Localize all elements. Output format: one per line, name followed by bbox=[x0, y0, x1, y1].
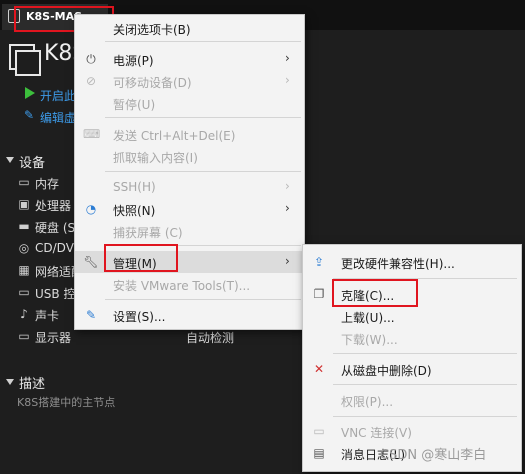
menu-item-install-tools[interactable]: 安装 VMware Tools(T)... bbox=[75, 273, 304, 295]
chevron-right-icon: › bbox=[285, 254, 290, 268]
device-disk[interactable]: 硬盘 (S bbox=[35, 219, 75, 236]
context-menu: 关闭选项卡(B) ⏻ 电源(P) › ⊘ 可移动设备(D) › 暂停(U) ⌨ … bbox=[74, 14, 305, 330]
devices-heading: 设备 bbox=[19, 156, 46, 171]
description-text: K8S搭建中的主节点 bbox=[17, 396, 116, 409]
menu-item-settings[interactable]: ✎ 设置(S)... bbox=[75, 304, 304, 326]
manage-highlight-box bbox=[104, 244, 178, 272]
display-icon: ▭ bbox=[18, 329, 30, 343]
edit-icon[interactable]: ✎ bbox=[24, 109, 36, 121]
menu-item-send-cad[interactable]: ⌨ 发送 Ctrl+Alt+Del(E) bbox=[75, 123, 304, 145]
chevron-right-icon: › bbox=[285, 51, 290, 65]
menu-item-snapshot[interactable]: ◔ 快照(N) › bbox=[75, 198, 304, 220]
chevron-right-icon: › bbox=[285, 73, 290, 87]
clone-highlight-box bbox=[332, 279, 418, 307]
vm-icon-back bbox=[15, 50, 41, 76]
usb-icon: ▭ bbox=[18, 285, 30, 299]
chevron-right-icon: › bbox=[285, 179, 290, 193]
menu-separator bbox=[333, 384, 517, 385]
sound-icon: ♪ bbox=[20, 307, 28, 321]
submenu-item-permissions[interactable]: 权限(P)... bbox=[303, 389, 521, 411]
menu-separator bbox=[105, 117, 301, 118]
power-on-link[interactable]: 开启此 bbox=[40, 87, 76, 104]
wrench-icon: 🔧︎ bbox=[83, 255, 99, 269]
menu-separator bbox=[333, 353, 517, 354]
submenu-item-delete-from-disk[interactable]: ✕ 从磁盘中删除(D) bbox=[303, 358, 521, 380]
memory-icon: ▭ bbox=[18, 175, 30, 189]
submenu-item-upload[interactable]: 上载(U)... bbox=[303, 305, 521, 327]
settings-icon: ✎ bbox=[85, 308, 97, 322]
menu-item-close-tab[interactable]: 关闭选项卡(B) bbox=[75, 17, 304, 39]
network-icon: ▦ bbox=[18, 263, 30, 277]
menu-separator bbox=[105, 41, 301, 42]
cpu-icon: ▣ bbox=[18, 197, 30, 211]
menu-item-power[interactable]: ⏻ 电源(P) › bbox=[75, 48, 304, 70]
submenu-item-vnc[interactable]: ▭ VNC 连接(V) bbox=[303, 420, 521, 442]
power-icon: ⏻ bbox=[86, 52, 96, 66]
watermark: CSDN @寒山李白 bbox=[380, 448, 487, 463]
description-heading: 描述 bbox=[19, 377, 46, 392]
menu-item-capture-screen[interactable]: 捕获屏幕 (C) bbox=[75, 220, 304, 242]
device-usb[interactable]: USB 控 bbox=[35, 285, 75, 302]
menu-separator bbox=[105, 171, 301, 172]
submenu-item-download[interactable]: 下载(W)... bbox=[303, 327, 521, 349]
device-memory[interactable]: 内存 bbox=[35, 175, 59, 192]
clone-icon: ❐ bbox=[313, 287, 325, 301]
menu-item-removable-devices[interactable]: ⊘ 可移动设备(D) › bbox=[75, 70, 304, 92]
edit-settings-link[interactable]: 编辑虚 bbox=[40, 109, 76, 126]
device-cd[interactable]: CD/DV bbox=[35, 241, 74, 255]
submenu-item-change-hardware[interactable]: ⇪ 更改硬件兼容性(H)... bbox=[303, 251, 521, 273]
menu-separator bbox=[333, 416, 517, 417]
menu-item-ssh[interactable]: SSH(H) › bbox=[75, 176, 304, 198]
menu-separator bbox=[105, 299, 301, 300]
vnc-icon: ▭ bbox=[313, 424, 325, 438]
snapshot-icon: ◔ bbox=[85, 202, 97, 216]
devices-collapse-icon[interactable] bbox=[6, 157, 14, 163]
disk-icon: ▬ bbox=[18, 219, 30, 233]
device-cpu[interactable]: 处理器 bbox=[35, 197, 71, 214]
log-icon: ▤ bbox=[313, 446, 325, 460]
delete-icon: ✕ bbox=[313, 362, 325, 376]
description-collapse-icon[interactable] bbox=[6, 379, 14, 385]
keyboard-icon: ⌨ bbox=[83, 127, 101, 141]
upgrade-icon: ⇪ bbox=[313, 255, 325, 269]
device-display[interactable]: 显示器 bbox=[35, 329, 71, 346]
display-value: 自动检测 bbox=[186, 331, 235, 345]
menu-item-pause[interactable]: 暂停(U) bbox=[75, 92, 304, 114]
removable-device-icon: ⊘ bbox=[85, 74, 97, 88]
device-sound[interactable]: 声卡 bbox=[35, 307, 59, 324]
cd-icon: ◎ bbox=[18, 241, 30, 255]
menu-item-grab-input[interactable]: 抓取输入内容(I) bbox=[75, 145, 304, 167]
play-icon[interactable] bbox=[25, 87, 35, 99]
chevron-right-icon: › bbox=[285, 201, 290, 215]
